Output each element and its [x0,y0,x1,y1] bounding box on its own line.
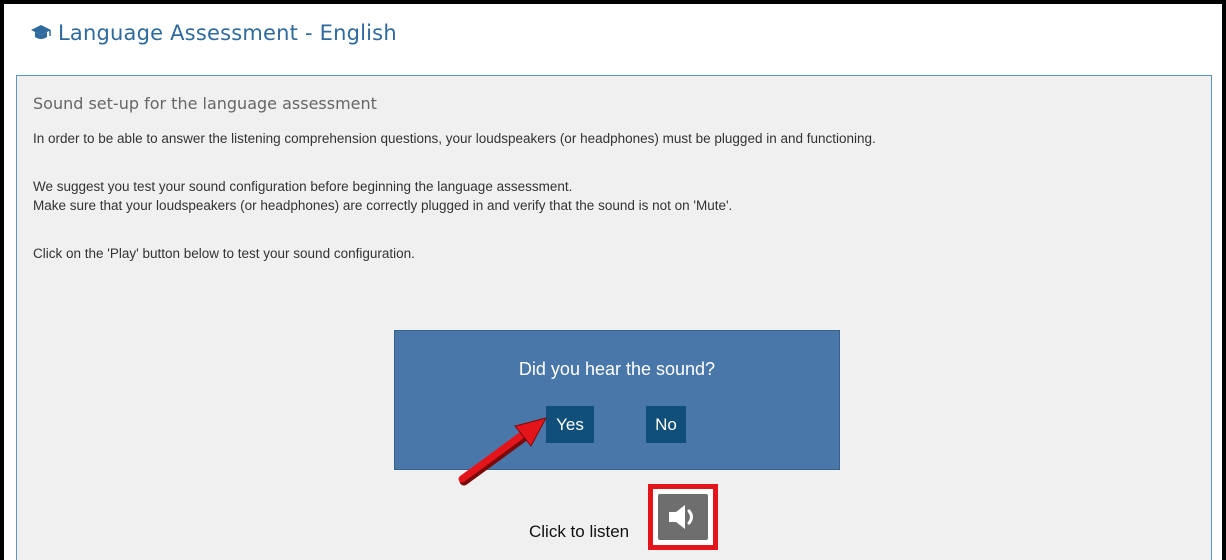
instruction-text: Click on the 'Play' button below to test… [33,246,415,261]
speaker-icon [669,505,693,529]
page-title: Language Assessment - English [58,21,397,45]
instruction-text: Make sure that your loudspeakers (or hea… [33,198,733,213]
listen-label: Click to listen [529,522,630,541]
sound-setup-panel: Sound set-up for the language assessment… [16,75,1212,560]
sound-check-dialog: Did you hear the sound? Yes No [394,330,840,470]
instruction-text: We suggest you test your sound configura… [33,179,573,194]
instruction-text: In order to be able to answer the listen… [33,131,876,146]
sound-check-question: Did you hear the sound? [518,359,716,379]
graduation-cap-icon [30,24,52,42]
yes-button[interactable]: Yes [546,406,594,443]
speaker-highlight-box [648,484,718,550]
no-button[interactable]: No [646,406,686,443]
play-sound-button[interactable] [658,494,708,540]
panel-subtitle: Sound set-up for the language assessment [33,94,377,113]
page-header: Language Assessment - English [4,4,1222,62]
